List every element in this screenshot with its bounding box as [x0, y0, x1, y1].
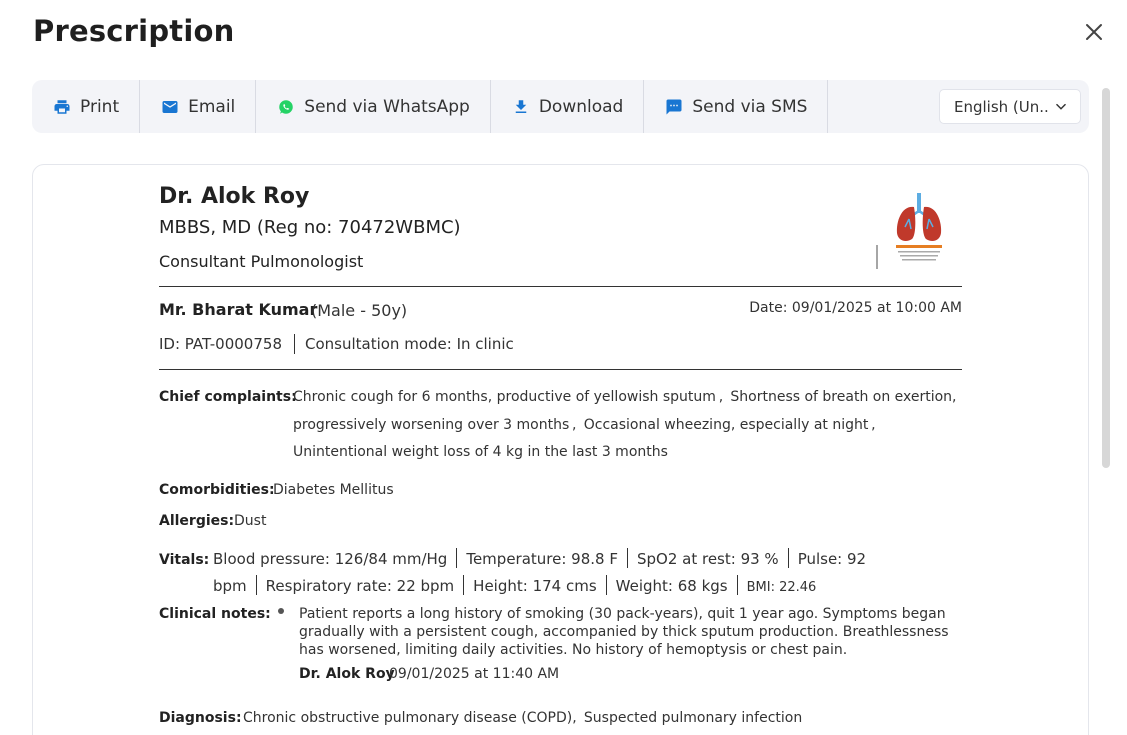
clinic-logo — [876, 183, 962, 269]
print-button[interactable]: Print — [32, 80, 141, 133]
patient-name: Mr. Bharat Kumar — [159, 300, 318, 319]
patient-id: ID: PAT-0000758 — [159, 335, 282, 353]
download-button[interactable]: Download — [491, 80, 645, 133]
vitals-label: Vitals: — [159, 552, 210, 568]
diagnosis-label: Diagnosis: — [159, 710, 242, 726]
divider — [293, 334, 295, 354]
email-label: Email — [188, 96, 236, 117]
patient-id-row: ID: PAT-0000758 Consultation mode: In cl… — [159, 334, 514, 354]
email-button[interactable]: Email — [140, 80, 257, 133]
language-select[interactable]: English (Un... — [939, 89, 1081, 124]
header-divider — [159, 286, 962, 287]
print-label: Print — [80, 96, 120, 117]
vital-weight: Weight: 68 kgs — [615, 577, 728, 595]
comorbidities-value: Diabetes Mellitus — [273, 482, 394, 498]
doctor-specialty: Consultant Pulmonologist — [159, 252, 364, 271]
send-whatsapp-label: Send via WhatsApp — [304, 96, 470, 117]
allergies-value: Dust — [234, 513, 267, 529]
chief-complaints-label: Chief complaints: — [159, 389, 297, 405]
clinical-note-author: Dr. Alok Roy — [299, 666, 395, 682]
clinical-note-text: Patient reports a long history of smokin… — [299, 606, 949, 658]
doctor-qualification: MBBS, MD (Reg no: 70472WBMC) — [159, 217, 461, 238]
diagnosis-value: Chronic obstructive pulmonary disease (C… — [243, 710, 803, 726]
prescription-date: Date: 09/01/2025 at 10:00 AM — [749, 300, 962, 316]
clinical-note-time: 09/01/2025 at 11:40 AM — [389, 666, 560, 682]
patient-meta: (Male - 50y) — [311, 301, 408, 320]
printer-icon — [52, 97, 72, 117]
vitals-list: Blood pressure: 126/84 mm/Hg Temperature:… — [213, 546, 873, 601]
patient-divider — [159, 369, 962, 370]
consultation-mode: Consultation mode: In clinic — [304, 335, 514, 353]
allergies-label: Allergies: — [159, 513, 235, 529]
whatsapp-icon — [276, 97, 296, 117]
language-select-value: English (Un... — [954, 97, 1050, 116]
vital-blood-pressure: Blood pressure: 126/84 mm/Hg — [213, 550, 448, 568]
download-label: Download — [538, 96, 624, 117]
scrollbar-thumb[interactable] — [1102, 88, 1110, 468]
send-sms-button[interactable]: Send via SMS — [644, 80, 829, 133]
mail-icon — [160, 97, 180, 117]
sms-icon — [664, 97, 684, 117]
vital-height: Height: 174 cms — [473, 577, 597, 595]
send-sms-label: Send via SMS — [692, 96, 808, 117]
vital-respiratory-rate: Respiratory rate: 22 bpm — [265, 577, 455, 595]
close-icon[interactable] — [1082, 20, 1106, 44]
action-toolbar: Print Email Send via WhatsApp Download S… — [32, 80, 1089, 133]
vital-bmi: BMI: 22.46 — [746, 580, 817, 595]
chevron-down-icon — [1056, 103, 1066, 110]
doctor-name: Dr. Alok Roy — [159, 184, 310, 209]
comorbidities-label: Comorbidities: — [159, 482, 275, 498]
download-icon — [511, 97, 531, 117]
vital-temperature: Temperature: 98.8 F — [466, 550, 618, 568]
send-whatsapp-button[interactable]: Send via WhatsApp — [256, 80, 491, 133]
vital-spo2: SpO2 at rest: 93 % — [636, 550, 779, 568]
bullet-icon — [278, 608, 284, 614]
modal-title: Prescription — [33, 14, 235, 48]
clinical-notes-label: Clinical notes: — [159, 606, 271, 622]
chief-complaints-value: Chronic cough for 6 months, productive o… — [293, 389, 957, 460]
